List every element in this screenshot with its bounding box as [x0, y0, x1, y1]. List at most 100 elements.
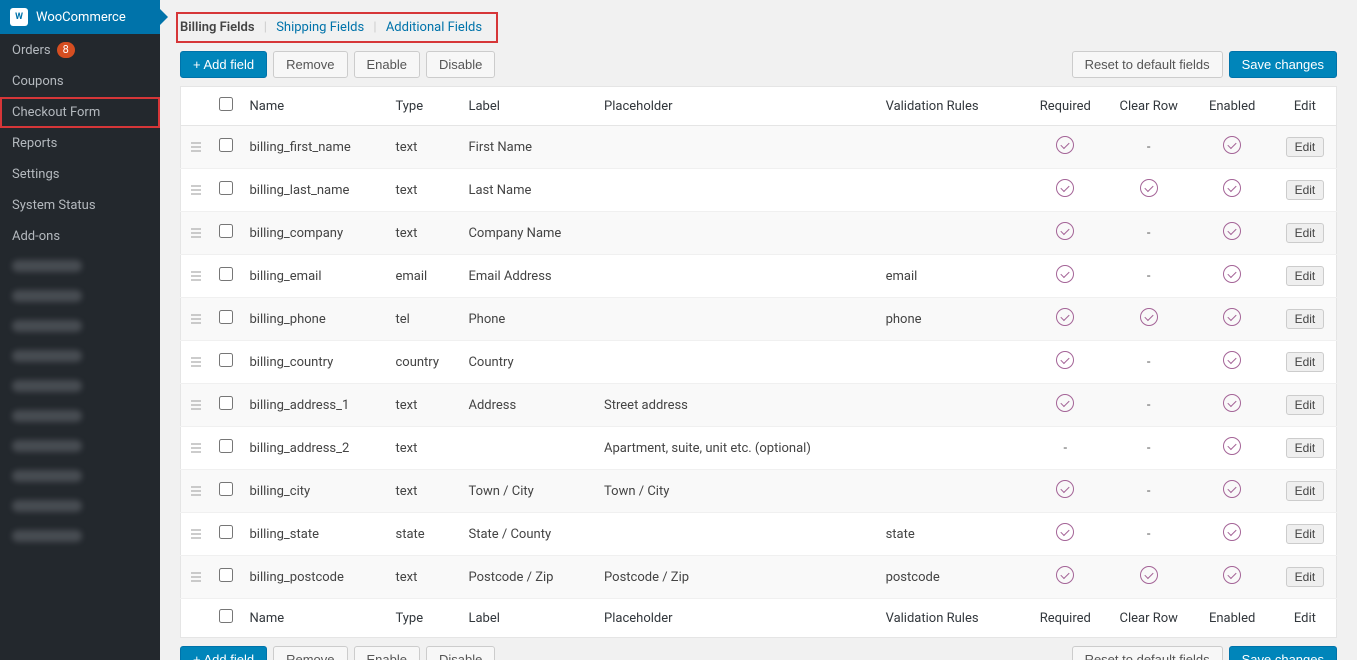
row-checkbox[interactable]: [219, 224, 233, 238]
select-all-checkbox[interactable]: [219, 97, 233, 111]
drag-handle-icon[interactable]: [181, 384, 211, 427]
edit-row-button[interactable]: Edit: [1286, 524, 1325, 544]
cell-label: Phone: [460, 298, 596, 341]
sidebar-header[interactable]: W WooCommerce: [0, 0, 160, 34]
sidebar-item-label: Coupons: [12, 74, 64, 89]
tab-additional-fields[interactable]: Additional Fields: [386, 20, 482, 35]
save-changes-button[interactable]: Save changes: [1229, 51, 1337, 78]
sidebar-title: WooCommerce: [36, 10, 126, 25]
sidebar-blurred-item: [0, 282, 160, 312]
edit-row-button[interactable]: Edit: [1286, 137, 1325, 157]
table-row: billing_address_2textApartment, suite, u…: [181, 427, 1337, 470]
sidebar-item-checkout-form[interactable]: Checkout Form: [0, 97, 160, 128]
drag-handle-icon[interactable]: [181, 212, 211, 255]
col-header-required[interactable]: Required: [1024, 87, 1107, 126]
row-checkbox[interactable]: [219, 267, 233, 281]
cell-placeholder: [596, 212, 878, 255]
save-changes-button-bottom[interactable]: Save changes: [1229, 646, 1337, 660]
cell-name: billing_postcode: [242, 556, 388, 599]
enable-button-bottom[interactable]: Enable: [354, 646, 420, 660]
col-header-clear-row[interactable]: Clear Row: [1107, 87, 1190, 126]
drag-handle-icon[interactable]: [181, 298, 211, 341]
enable-button[interactable]: Enable: [354, 51, 420, 78]
drag-handle-icon[interactable]: [181, 470, 211, 513]
sidebar-item-system-status[interactable]: System Status: [0, 190, 160, 221]
remove-button[interactable]: Remove: [273, 51, 347, 78]
row-checkbox[interactable]: [219, 353, 233, 367]
col-footer-required[interactable]: Required: [1024, 599, 1107, 638]
col-footer-placeholder[interactable]: Placeholder: [596, 599, 878, 638]
dash-icon: -: [1147, 398, 1151, 413]
row-checkbox[interactable]: [219, 310, 233, 324]
cell-label: Email Address: [460, 255, 596, 298]
col-footer-name[interactable]: Name: [242, 599, 388, 638]
remove-button-bottom[interactable]: Remove: [273, 646, 347, 660]
disable-button-bottom[interactable]: Disable: [426, 646, 495, 660]
edit-row-button[interactable]: Edit: [1286, 481, 1325, 501]
row-checkbox[interactable]: [219, 181, 233, 195]
sidebar-item-add-ons[interactable]: Add-ons: [0, 221, 160, 252]
drag-handle-icon[interactable]: [181, 169, 211, 212]
sidebar-item-orders[interactable]: Orders8: [0, 34, 160, 66]
col-header-placeholder[interactable]: Placeholder: [596, 87, 878, 126]
col-header-validation[interactable]: Validation Rules: [878, 87, 1024, 126]
tab-shipping-fields[interactable]: Shipping Fields: [276, 20, 364, 35]
check-circle-icon: [1223, 222, 1241, 240]
edit-row-button[interactable]: Edit: [1286, 309, 1325, 329]
col-footer-enabled[interactable]: Enabled: [1190, 599, 1273, 638]
sidebar-item-coupons[interactable]: Coupons: [0, 66, 160, 97]
drag-handle-icon[interactable]: [181, 513, 211, 556]
drag-handle-icon[interactable]: [181, 427, 211, 470]
sidebar-item-reports[interactable]: Reports: [0, 128, 160, 159]
cell-enabled: [1190, 169, 1273, 212]
add-field-button[interactable]: + Add field: [180, 51, 267, 78]
drag-handle-icon[interactable]: [181, 556, 211, 599]
col-footer-validation[interactable]: Validation Rules: [878, 599, 1024, 638]
row-checkbox[interactable]: [219, 525, 233, 539]
col-footer-edit: Edit: [1274, 599, 1337, 638]
cell-enabled: [1190, 427, 1273, 470]
row-checkbox[interactable]: [219, 568, 233, 582]
drag-handle-icon[interactable]: [181, 341, 211, 384]
col-header-name[interactable]: Name: [242, 87, 388, 126]
cell-enabled: [1190, 212, 1273, 255]
edit-row-button[interactable]: Edit: [1286, 352, 1325, 372]
drag-handle-icon[interactable]: [181, 126, 211, 169]
dash-icon: -: [1147, 355, 1151, 370]
disable-button[interactable]: Disable: [426, 51, 495, 78]
edit-row-button[interactable]: Edit: [1286, 266, 1325, 286]
edit-row-button[interactable]: Edit: [1286, 180, 1325, 200]
sidebar-item-settings[interactable]: Settings: [0, 159, 160, 190]
col-footer-clear-row[interactable]: Clear Row: [1107, 599, 1190, 638]
cell-validation: [878, 470, 1024, 513]
tab-billing-fields[interactable]: Billing Fields: [180, 20, 255, 35]
sidebar-item-label: System Status: [12, 198, 96, 213]
row-checkbox[interactable]: [219, 396, 233, 410]
col-footer-label[interactable]: Label: [460, 599, 596, 638]
cell-enabled: [1190, 513, 1273, 556]
cell-placeholder: [596, 513, 878, 556]
reset-button-bottom[interactable]: Reset to default fields: [1072, 646, 1223, 660]
col-header-enabled[interactable]: Enabled: [1190, 87, 1273, 126]
row-checkbox[interactable]: [219, 439, 233, 453]
col-header-label[interactable]: Label: [460, 87, 596, 126]
reset-button[interactable]: Reset to default fields: [1072, 51, 1223, 78]
cell-enabled: [1190, 470, 1273, 513]
col-footer-type[interactable]: Type: [387, 599, 460, 638]
select-all-checkbox-footer[interactable]: [219, 609, 233, 623]
row-checkbox[interactable]: [219, 482, 233, 496]
add-field-button-bottom[interactable]: + Add field: [180, 646, 267, 660]
cell-type: text: [387, 384, 460, 427]
toolbar-bottom: + Add field Remove Enable Disable Reset …: [180, 646, 1337, 660]
edit-row-button[interactable]: Edit: [1286, 395, 1325, 415]
edit-row-button[interactable]: Edit: [1286, 567, 1325, 587]
edit-row-button[interactable]: Edit: [1286, 438, 1325, 458]
col-header-type[interactable]: Type: [387, 87, 460, 126]
drag-handle-icon[interactable]: [181, 255, 211, 298]
cell-enabled: [1190, 126, 1273, 169]
cell-label: Last Name: [460, 169, 596, 212]
row-checkbox[interactable]: [219, 138, 233, 152]
check-circle-icon: [1223, 179, 1241, 197]
edit-row-button[interactable]: Edit: [1286, 223, 1325, 243]
sidebar-item-label: Orders: [12, 43, 51, 58]
